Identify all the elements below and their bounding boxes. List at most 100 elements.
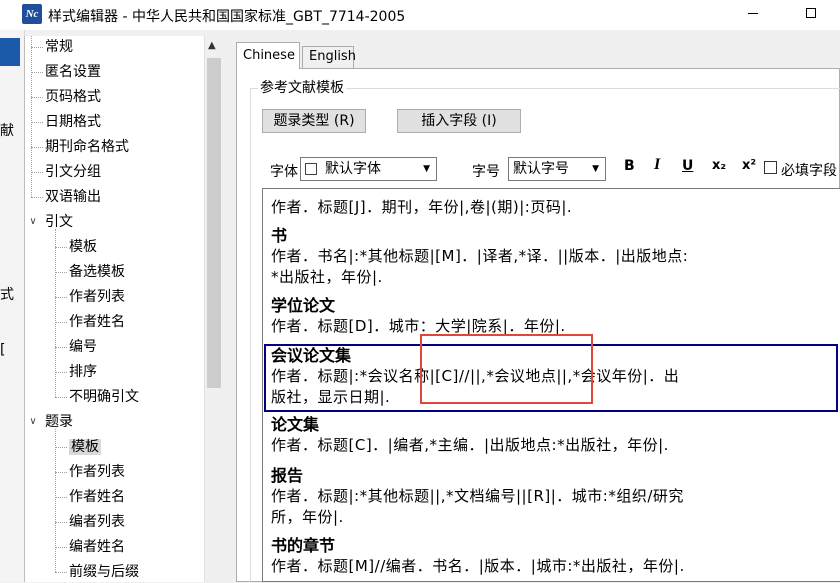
tree-item[interactable]: 不明确引文 [69, 386, 139, 408]
background-text: 献 [0, 123, 14, 139]
scroll-thumb[interactable] [207, 58, 221, 388]
tree-item[interactable]: 匿名设置 [45, 61, 101, 83]
underline-button[interactable]: U [682, 158, 693, 174]
size-label: 字号 [472, 164, 500, 180]
entry-title: 论文集 [271, 415, 320, 434]
template-entry[interactable]: 论文集作者．标题[C]．|编者,*主编．|出版地点:*出版社，年份|. [271, 415, 669, 456]
tree-item[interactable]: 编者姓名 [69, 536, 125, 558]
entry-template-line: 作者．标题|:*其他标题||,*文档编号||[R]|．城市:*组织/研究 [271, 487, 684, 505]
tree-connector [31, 36, 33, 197]
tree-item-label: 双语输出 [45, 189, 101, 205]
tree-item-label: 前缀与后缀 [69, 564, 139, 580]
template-entry[interactable]: 报告作者．标题|:*其他标题||,*文档编号||[R]|．城市:*组织/研究 所，… [271, 466, 684, 528]
scroll-up-icon[interactable]: ▲ [208, 40, 216, 51]
tree-item[interactable]: 引文 [45, 211, 73, 233]
entry-template-line: 作者．标题[J]．期刊，年份|,卷|(期)|:页码|. [271, 198, 573, 216]
template-entry[interactable]: 书作者．书名|:*其他标题|[M]．|译者,*译．||版本．|出版地点: *出版社… [271, 226, 688, 288]
tree-item[interactable]: 双语输出 [45, 186, 101, 208]
template-entry[interactable]: 作者．标题[J]．期刊，年份|,卷|(期)|:页码|. [271, 197, 572, 218]
tree-item-label: 编者姓名 [69, 539, 125, 555]
ref-type-button[interactable]: 题录类型 (R) [262, 109, 366, 133]
tree-item[interactable]: 模板 [69, 236, 97, 258]
tree-item-label: 页码格式 [45, 89, 101, 105]
window-title: 样式编辑器 - 中华人民共和国国家标准_GBT_7714-2005 [48, 9, 406, 25]
entry-title: 书 [271, 226, 288, 245]
entry-template-line: 所，年份|. [271, 508, 344, 526]
tab-english[interactable]: English [302, 46, 356, 68]
tree-item[interactable]: 作者姓名 [69, 311, 125, 333]
tree-item[interactable]: 作者列表 [69, 461, 125, 483]
tree-item-label: 编者列表 [69, 514, 125, 530]
entry-title: 学位论文 [271, 296, 336, 315]
tree-item[interactable]: 期刊命名格式 [45, 136, 129, 158]
subscript-button[interactable]: x₂ [712, 158, 726, 173]
size-select[interactable]: 默认字号 ▼ [508, 157, 606, 181]
tree-item-label: 编号 [69, 339, 97, 355]
entry-title: 报告 [271, 466, 304, 485]
tree-item[interactable]: 前缀与后缀 [69, 561, 139, 582]
entry-template-line: *出版社，年份|. [271, 268, 383, 286]
entry-template-line: 作者．书名|:*其他标题|[M]．|译者,*译．||版本．|出版地点: [271, 247, 689, 265]
tree-item[interactable]: 模板 [69, 436, 101, 458]
tree-item-label: 常规 [45, 39, 73, 55]
template-entry[interactable]: 学位论文 作者．标题[D]．城市：大学|院系|．年份|. [271, 296, 566, 337]
entry-template-line: 作者．标题[M]//编者．书名．|版本．|城市:*出版社，年份|. [271, 557, 685, 575]
tree-connector [55, 429, 57, 572]
tree-item[interactable]: 备选模板 [69, 261, 125, 283]
background-text: [ [0, 342, 6, 358]
tree-item-label: 日期格式 [45, 114, 101, 130]
settings-tree[interactable]: 常规 匿名设置 页码格式 日期格式 期刊命名格式 引文分组 双语输出 引文 ∨ 模板 备选模板 作者列… [24, 36, 205, 582]
chevron-down-icon[interactable]: ∨ [27, 416, 39, 428]
tree-item[interactable]: 排序 [69, 361, 97, 383]
size-select-value: 默认字号 [513, 161, 569, 177]
tree-item-label: 备选模板 [69, 264, 125, 280]
tree-item-label: 排序 [69, 364, 97, 380]
tree-scrollbar[interactable]: ▲ [204, 36, 223, 582]
background-window-banner [0, 38, 20, 66]
font-select[interactable]: 默认字体 ▼ [300, 157, 437, 181]
tree-item-label: 作者姓名 [69, 314, 125, 330]
required-field-checkbox[interactable] [764, 161, 777, 174]
tree-item-label: 作者列表 [69, 289, 125, 305]
tree-connector [31, 197, 43, 199]
tree-item[interactable]: 页码格式 [45, 86, 101, 108]
italic-button[interactable]: I [654, 156, 660, 174]
font-icon [305, 163, 317, 175]
tree-item-label: 题录 [45, 414, 73, 430]
tree-item-label: 不明确引文 [69, 389, 139, 405]
app-icon: Nc [22, 4, 42, 24]
minimize-button[interactable] [748, 13, 758, 14]
maximize-button[interactable] [806, 8, 816, 18]
background-window: 献 式 [ [0, 30, 25, 582]
superscript-button[interactable]: x² [742, 158, 756, 173]
tree-item[interactable]: 题录 [45, 411, 73, 433]
tree-connector [55, 572, 67, 574]
tree-item[interactable]: 编号 [69, 336, 97, 358]
insert-field-button[interactable]: 插入字段 (I) [397, 109, 521, 133]
tree-item[interactable]: 引文分组 [45, 161, 101, 183]
tree-item-label: 模板 [69, 439, 101, 455]
required-field-label: 必填字段 [781, 163, 837, 179]
tree-item[interactable]: 编者列表 [69, 511, 125, 533]
title-bar: Nc 样式编辑器 - 中华人民共和国国家标准_GBT_7714-2005 [0, 0, 840, 30]
tab-chinese[interactable]: Chinese [236, 42, 300, 69]
tree-item-label: 作者姓名 [69, 489, 125, 505]
tree-item-label: 期刊命名格式 [45, 139, 129, 155]
tree-item-label: 引文 [45, 214, 73, 230]
template-entry[interactable]: 书的章节作者．标题[M]//编者．书名．|版本．|城市:*出版社，年份|. [271, 536, 685, 577]
tree-item-label: 匿名设置 [45, 64, 101, 80]
tree-item[interactable]: 作者姓名 [69, 486, 125, 508]
tree-connector [55, 397, 67, 399]
tree-item[interactable]: 常规 [45, 36, 73, 58]
highlight-box [420, 334, 593, 404]
entry-title: 书的章节 [271, 536, 336, 555]
chevron-down-icon: ▼ [423, 164, 430, 174]
background-text: 式 [0, 287, 14, 303]
group-title: 参考文献模板 [258, 77, 346, 97]
chevron-down-icon[interactable]: ∨ [27, 216, 39, 228]
font-label: 字体 [270, 164, 298, 180]
entry-template-line: 作者．标题[C]．|编者,*主编．|出版地点:*出版社，年份|. [271, 436, 669, 454]
bold-button[interactable]: B [624, 158, 635, 174]
tree-item[interactable]: 日期格式 [45, 111, 101, 133]
tree-item[interactable]: 作者列表 [69, 286, 125, 308]
